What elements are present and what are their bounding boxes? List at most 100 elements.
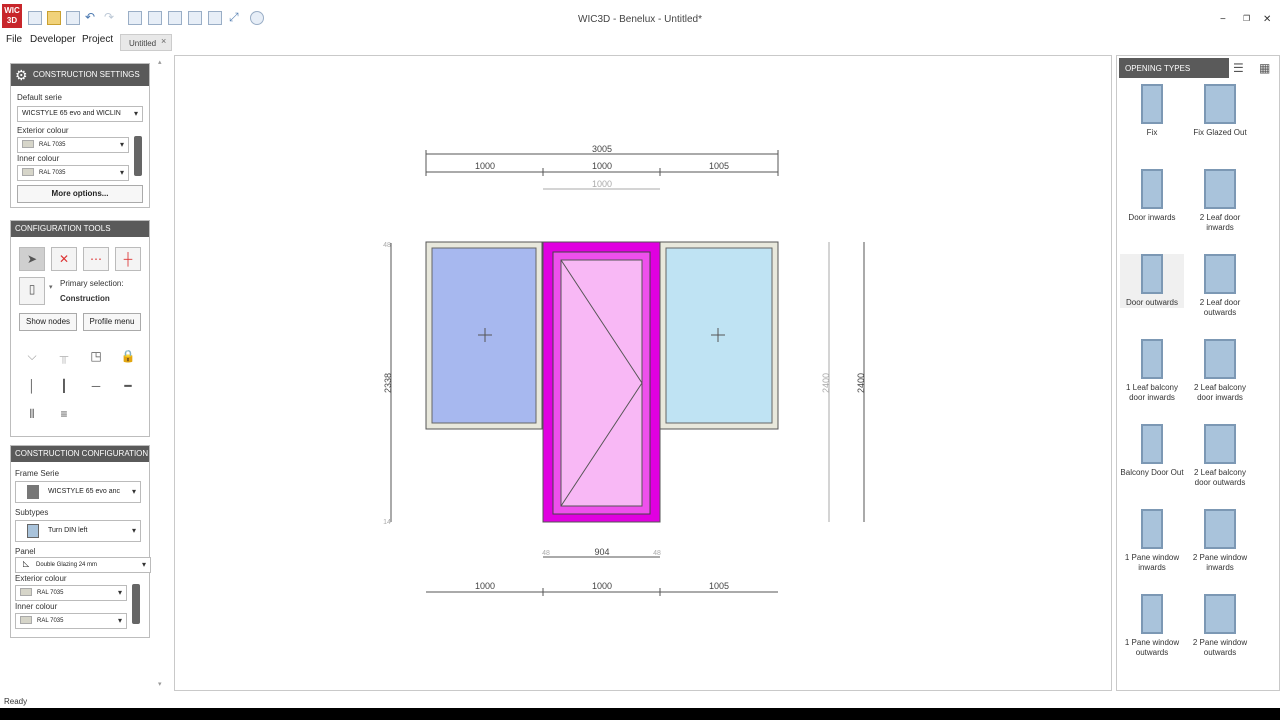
dim-bottom-part-3: 1005 xyxy=(709,581,729,591)
lock-icon[interactable]: 🔒 xyxy=(115,345,141,369)
config-inner-colour-value: RAL 7035 xyxy=(37,618,64,624)
dim-left-height: 2338 xyxy=(383,373,393,393)
horizontal-bars-icon[interactable]: ≡ xyxy=(51,403,77,427)
selection-dropdown-icon[interactable]: ▾ xyxy=(49,283,53,291)
two-leaf-door-inwards-icon xyxy=(1204,169,1236,209)
maximize-button[interactable]: ❐ xyxy=(1243,14,1250,23)
config-exterior-colour-label: Exterior colour xyxy=(15,574,67,583)
two-leaf-door-outwards-icon xyxy=(1204,254,1236,294)
panel-label: Panel xyxy=(15,547,36,556)
opening-type-label: 1 Pane window inwards xyxy=(1124,553,1180,572)
bottom-bar xyxy=(0,708,1280,720)
construction-settings-title: CONSTRUCTION SETTINGS xyxy=(33,70,140,79)
vertical-profile-icon[interactable]: ┃ xyxy=(51,375,77,399)
delete-tool-icon[interactable]: ✕ xyxy=(51,247,77,271)
dim-bottom-door-left: 48 xyxy=(542,550,550,557)
config-exterior-colour-select[interactable]: RAL 7035 xyxy=(15,585,127,601)
dim-top-part-2: 1000 xyxy=(592,161,612,171)
status-bar: Ready xyxy=(4,697,28,706)
frame-serie-label: Frame Serie xyxy=(15,469,60,478)
menu-project[interactable]: Project xyxy=(82,34,113,45)
config-exterior-swatch xyxy=(20,588,32,597)
inner-colour-select[interactable]: RAL 7035 xyxy=(17,165,129,181)
opening-type-item[interactable]: Fix xyxy=(1120,84,1184,138)
door-inwards-icon xyxy=(1141,169,1163,209)
dim-top-part-3: 1005 xyxy=(709,161,729,171)
show-nodes-button[interactable]: Show nodes xyxy=(19,313,77,331)
opening-type-item[interactable]: 1 Pane window inwards xyxy=(1120,509,1184,573)
subtypes-label: Subtypes xyxy=(15,508,49,517)
vertical-bars-icon[interactable]: ⦀ xyxy=(19,403,45,427)
dim-total-text: 3005 xyxy=(592,144,612,154)
construction-drawing[interactable]: 3005 1000 1000 1005 1000 48 14 2338 2400… xyxy=(175,56,1113,692)
vertical-bar-icon[interactable]: │ xyxy=(19,375,45,399)
scroll-down-icon[interactable]: ▾ xyxy=(158,680,162,688)
drawing-canvas[interactable]: 3005 1000 1000 1005 1000 48 14 2338 2400… xyxy=(174,55,1112,691)
opening-type-label: 2 Leaf balcony door outwards xyxy=(1193,468,1247,487)
divide-tool-icon[interactable]: ┼ xyxy=(115,247,141,271)
horizontal-profile-icon[interactable]: ━ xyxy=(115,375,141,399)
construction-configuration-panel: CONSTRUCTION CONFIGURATION Frame Serie W… xyxy=(10,445,151,638)
primary-selection-icon[interactable]: ▯ xyxy=(19,277,45,305)
select-tool-icon[interactable]: ➤ xyxy=(19,247,45,271)
exterior-colour-select[interactable]: RAL 7035 xyxy=(17,137,129,153)
scroll-up-icon[interactable]: ▴ xyxy=(158,58,166,66)
glazing-icon: ◺ xyxy=(23,559,30,568)
frame-tool-icon[interactable]: ◳ xyxy=(83,345,109,369)
construction-configuration-header: CONSTRUCTION CONFIGURATION xyxy=(11,446,149,462)
primary-selection-label: Primary selection: xyxy=(60,279,124,288)
opening-type-label: 2 Pane window inwards xyxy=(1192,553,1248,572)
opening-type-item[interactable]: Fix Glazed Out xyxy=(1188,84,1252,138)
left-scrollbar[interactable]: ▴ ▾ xyxy=(158,58,166,688)
split-tool-icon[interactable]: ⋯ xyxy=(83,247,109,271)
grid-view-toggle-icon[interactable]: ▦ xyxy=(1259,61,1270,75)
frame-profile-icon xyxy=(27,485,39,499)
gear-icon: ⚙ xyxy=(15,67,28,83)
opening-type-label: Balcony Door Out xyxy=(1120,468,1184,477)
menu-developer[interactable]: Developer xyxy=(30,34,76,45)
panel-select[interactable]: Double Glazing 24 mm xyxy=(15,557,151,573)
opening-type-item[interactable]: 1 Leaf balcony door inwards xyxy=(1120,339,1184,403)
config-exterior-colour-value: RAL 7035 xyxy=(37,590,64,596)
opening-type-item[interactable]: 2 Pane window outwards xyxy=(1188,594,1252,658)
opening-type-item[interactable]: Door inwards xyxy=(1120,169,1184,223)
opening-type-item[interactable]: Balcony Door Out xyxy=(1120,424,1184,478)
default-serie-select[interactable]: WICSTYLE 65 evo and WICLIN xyxy=(17,106,143,122)
more-options-button[interactable]: More options... xyxy=(17,185,143,203)
opening-type-item[interactable]: 1 Pane window outwards xyxy=(1120,594,1184,658)
dim-left-bottom: 14 xyxy=(383,519,391,526)
two-leaf-balcony-door-inwards-icon xyxy=(1204,339,1236,379)
close-window-button[interactable]: ✕ xyxy=(1263,14,1271,25)
config-inner-colour-select[interactable]: RAL 7035 xyxy=(15,613,127,629)
opening-type-item[interactable]: Door outwards xyxy=(1120,254,1184,308)
dim-bottom-part-2: 1000 xyxy=(592,581,612,591)
opening-type-label: Fix Glazed Out xyxy=(1193,128,1247,137)
mullion-tool-icon[interactable]: ╥ xyxy=(51,345,77,369)
exterior-colour-swatch xyxy=(22,140,34,149)
menu-file[interactable]: File xyxy=(6,34,22,45)
opening-type-label: 2 Leaf balcony door inwards xyxy=(1193,383,1247,402)
colour-link-toggle[interactable] xyxy=(134,136,142,176)
config-colour-link-toggle[interactable] xyxy=(132,584,140,624)
door-outwards-icon xyxy=(1141,254,1163,294)
configuration-tools-header: CONFIGURATION TOOLS xyxy=(11,221,149,237)
opening-type-label: 2 Pane window outwards xyxy=(1192,638,1248,657)
exterior-colour-label: Exterior colour xyxy=(17,126,69,135)
horizontal-bar-icon[interactable]: ─ xyxy=(83,375,109,399)
fold-tool-icon[interactable]: ⌵ xyxy=(19,345,45,369)
opening-type-item[interactable]: 2 Pane window inwards xyxy=(1188,509,1252,573)
list-view-icon[interactable]: ☰ xyxy=(1233,61,1244,75)
dim-top-part-1: 1000 xyxy=(475,161,495,171)
opening-type-item[interactable]: 2 Leaf balcony door outwards xyxy=(1188,424,1252,488)
minimize-button[interactable]: − xyxy=(1220,14,1226,25)
close-tab-icon[interactable]: × xyxy=(161,36,166,46)
dim-right-outer: 2400 xyxy=(856,373,866,393)
opening-type-label: 2 Leaf door outwards xyxy=(1199,298,1241,317)
dim-top-door: 1000 xyxy=(592,179,612,189)
profile-menu-button[interactable]: Profile menu xyxy=(83,313,141,331)
opening-type-item[interactable]: 2 Leaf balcony door inwards xyxy=(1188,339,1252,403)
opening-type-item[interactable]: 2 Leaf door outwards xyxy=(1188,254,1252,318)
fix-glazed-out-icon xyxy=(1204,84,1236,124)
opening-type-item[interactable]: 2 Leaf door inwards xyxy=(1188,169,1252,233)
dim-right-inner: 2400 xyxy=(821,373,831,393)
